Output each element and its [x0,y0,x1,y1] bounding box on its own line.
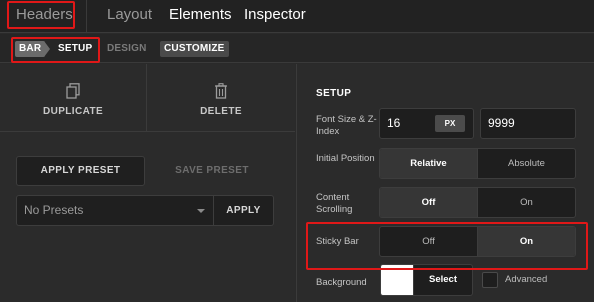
font-size-input[interactable]: 16 PX [379,108,474,139]
content-scrolling-toggle: Off On [379,187,576,218]
inspector-window: Headers Layout Elements Inspector BAR SE… [0,0,594,302]
initial-position-toggle: Relative Absolute [379,148,576,179]
caret-down-icon [197,209,205,213]
advanced-checkbox[interactable] [482,272,498,288]
breadcrumb-bar[interactable]: BAR [15,41,46,57]
breadcrumb-arrow-icon [44,41,50,57]
delete-button[interactable]: DELETE [147,64,295,132]
tab-elements[interactable]: Elements [161,0,240,32]
initial-position-label: Initial Position [316,153,375,164]
trash-icon [215,83,227,99]
sticky-bar-label: Sticky Bar [316,236,359,247]
background-color-swatch[interactable] [380,264,414,296]
font-size-label: Font Size & Z-Index [316,114,377,137]
top-nav: Headers Layout Elements Inspector [0,0,594,33]
initial-position-relative[interactable]: Relative [380,149,478,178]
breadcrumb-setup[interactable]: SETUP [54,41,96,57]
preset-select[interactable]: No Presets [16,195,214,226]
setup-heading: SETUP [316,88,352,99]
action-row: DUPLICATE DELETE [0,64,295,132]
tab-layout[interactable]: Layout [99,0,160,32]
preset-select-value: No Presets [24,203,84,217]
apply-button[interactable]: APPLY [214,195,274,226]
left-panel: DUPLICATE DELETE APPLY PRESET SAVE PRESE… [0,64,295,302]
z-index-value: 9999 [488,116,515,130]
background-label: Background [316,277,367,288]
initial-position-absolute[interactable]: Absolute [478,149,575,178]
content-scrolling-off[interactable]: Off [380,188,478,217]
breadcrumb-customize[interactable]: CUSTOMIZE [160,41,229,57]
save-preset-button[interactable]: SAVE PRESET [152,156,272,186]
z-index-input[interactable]: 9999 [480,108,576,139]
top-nav-divider [86,0,87,33]
right-panel: SETUP Font Size & Z-Index 16 PX 9999 Ini… [296,64,594,302]
sticky-bar-off[interactable]: Off [380,227,478,256]
sticky-bar-toggle: Off On [379,226,576,257]
tab-headers[interactable]: Headers [8,0,81,32]
unit-toggle-button[interactable]: PX [435,115,465,132]
tab-inspector[interactable]: Inspector [236,0,314,32]
content-scrolling-label: Content Scrolling [316,192,353,215]
breadcrumb-design[interactable]: DESIGN [103,41,151,57]
advanced-label: Advanced [505,274,548,285]
duplicate-label: DUPLICATE [42,106,104,117]
background-select-button[interactable]: Select [414,264,473,296]
sticky-bar-on[interactable]: On [478,227,575,256]
duplicate-icon [66,83,80,99]
apply-preset-button[interactable]: APPLY PRESET [16,156,145,186]
duplicate-button[interactable]: DUPLICATE [0,64,146,132]
content-scrolling-on[interactable]: On [478,188,575,217]
font-size-value: 16 [387,116,401,130]
delete-label: DELETE [200,106,242,117]
breadcrumb: BAR SETUP DESIGN CUSTOMIZE [0,34,594,63]
